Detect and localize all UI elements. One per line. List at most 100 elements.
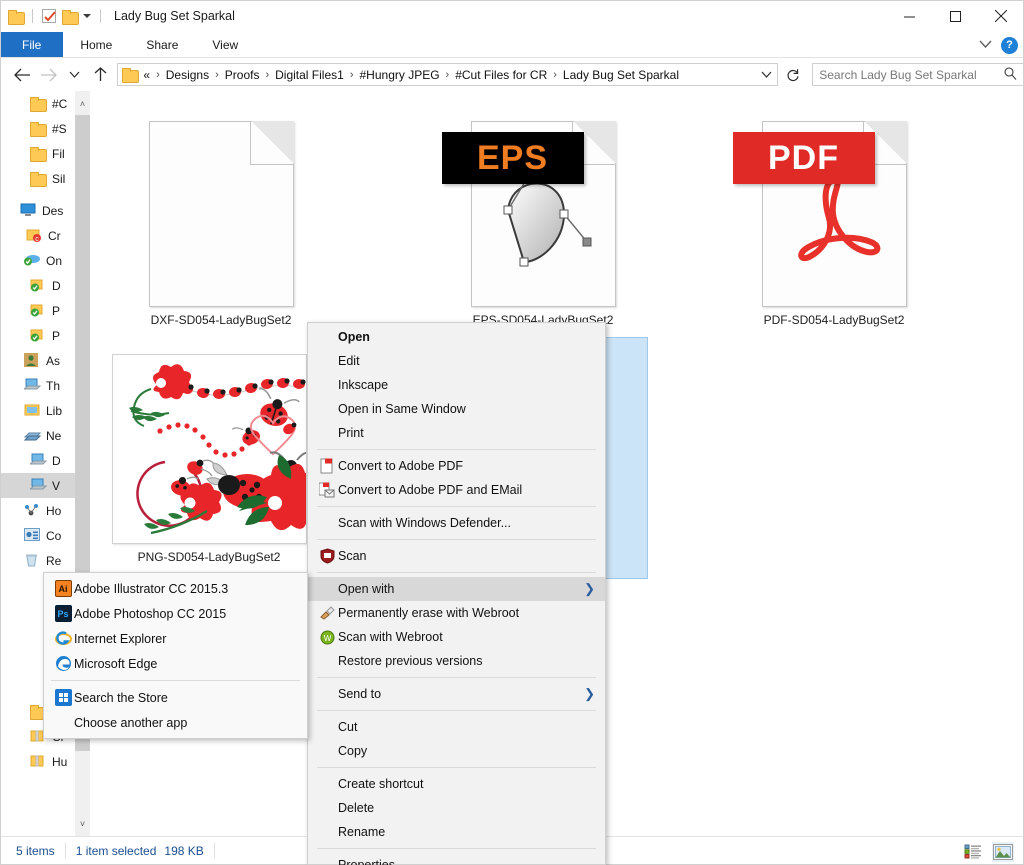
details-view-button[interactable] (962, 842, 984, 862)
menu-item-convert-to-adobe-pdf-and-email[interactable]: Convert to Adobe PDF and EMail (308, 478, 605, 502)
menu-item-scan-with-webroot[interactable]: W Scan with Webroot (308, 625, 605, 649)
back-button[interactable] (10, 62, 36, 88)
webroot-scan-icon: W (316, 628, 338, 646)
submenu-item-adobe-photoshop[interactable]: Ps Adobe Photoshop CC 2015 (44, 601, 307, 626)
document-page-icon: PDF (732, 121, 907, 307)
sidebar-item-onedrive-child-2[interactable]: P (0, 323, 75, 348)
breadcrumb[interactable]: « › Designs › Proofs › Digital Files1 › … (117, 63, 779, 86)
sidebar-item-network-d[interactable]: D (0, 448, 75, 473)
sidebar-item-control-panel[interactable]: Co (0, 523, 75, 548)
breadcrumb-item-hungry-jpeg[interactable]: #Hungry JPEG (358, 68, 442, 82)
sidebar-item-network[interactable]: Ne (0, 423, 75, 448)
submenu-item-microsoft-edge[interactable]: Microsoft Edge (44, 651, 307, 676)
sidebar-item-0[interactable]: #C (0, 91, 75, 116)
breadcrumb-item-digital-files1[interactable]: Digital Files1 (273, 68, 346, 82)
pdf-badge: PDF (732, 132, 875, 184)
file-item-eps[interactable]: EPS EPS-SD054-LadyBugSet2 (441, 101, 633, 327)
scroll-up-icon[interactable]: ˄ (75, 95, 90, 112)
help-icon[interactable]: ? (1001, 36, 1018, 54)
menu-item-open[interactable]: Open (308, 325, 605, 349)
menu-item-rename[interactable]: Rename (308, 820, 605, 844)
sidebar-item-creative-cloud[interactable]: c Cr (0, 223, 75, 248)
scroll-down-icon[interactable]: ˅ (75, 815, 90, 832)
search-input[interactable]: Search Lady Bug Set Sparkal (812, 63, 1024, 86)
menu-item-copy[interactable]: Copy (308, 739, 605, 763)
sidebar-item-this-pc[interactable]: Th (0, 373, 75, 398)
sidebar-item-label: Cr (48, 228, 61, 243)
context-menu[interactable]: Open Edit Inkscape Open in Same Window P… (307, 322, 606, 865)
menu-item-open-with[interactable]: Open with ❯ (308, 577, 605, 601)
maximize-button[interactable] (932, 0, 978, 32)
menu-item-cut[interactable]: Cut (308, 715, 605, 739)
recycle-bin-icon (24, 553, 40, 569)
menu-item-print[interactable]: Print (308, 421, 605, 445)
sidebar-item-onedrive[interactable]: On (0, 248, 75, 273)
breadcrumb-item-lady-bug-set-sparkal[interactable]: Lady Bug Set Sparkal (561, 68, 681, 82)
control-panel-icon (24, 527, 40, 544)
tab-share[interactable]: Share (129, 32, 195, 58)
submenu-item-internet-explorer[interactable]: Internet Explorer (44, 626, 307, 651)
collapse-ribbon-icon[interactable] (979, 38, 992, 52)
new-folder-icon[interactable] (62, 9, 79, 25)
menu-item-properties[interactable]: Properties (308, 853, 605, 865)
sidebar-item-homegroup[interactable]: Ho (0, 498, 75, 523)
user-icon (24, 352, 40, 369)
file-item-pdf[interactable]: PDF PDF-SD054-LadyBugSet2 (732, 101, 924, 327)
menu-separator (317, 572, 596, 573)
file-item-dxf[interactable]: DXF-SD054-LadyBugSet2 (131, 101, 311, 327)
sidebar-item-2[interactable]: Fil (0, 141, 75, 166)
breadcrumb-item-cut-files-for-cr[interactable]: #Cut Files for CR (453, 68, 549, 82)
menu-item-scan-with-windows-defender[interactable]: Scan with Windows Defender... (308, 511, 605, 535)
up-button[interactable] (88, 62, 114, 88)
menu-item-convert-to-adobe-pdf[interactable]: Convert to Adobe PDF (308, 454, 605, 478)
properties-checkbox-icon[interactable] (42, 9, 56, 23)
sidebar-item-onedrive-child-1[interactable]: P (0, 298, 75, 323)
menu-item-scan[interactable]: Scan (308, 544, 605, 568)
search-placeholder: Search Lady Bug Set Sparkal (819, 67, 977, 82)
tab-file[interactable]: File (0, 32, 64, 58)
tab-view[interactable]: View (195, 32, 255, 58)
submenu-item-search-the-store[interactable]: Search the Store (44, 685, 307, 710)
menu-separator (317, 677, 596, 678)
refresh-button[interactable] (780, 62, 806, 88)
sidebar-item-hu-zip[interactable]: Hu (0, 749, 75, 774)
menu-item-delete[interactable]: Delete (308, 796, 605, 820)
recent-locations-button[interactable] (62, 62, 88, 88)
customize-dropdown-icon[interactable] (83, 14, 91, 18)
search-icon[interactable] (1004, 66, 1017, 83)
breadcrumb-dropdown-icon[interactable] (761, 68, 772, 82)
breadcrumb-item-proofs[interactable]: Proofs (223, 68, 262, 82)
file-item-png[interactable]: PNG-SD054-LadyBugSet2 (111, 346, 324, 564)
minimize-button[interactable] (886, 0, 932, 32)
sidebar-item-libraries[interactable]: Lib (0, 398, 75, 423)
submenu-chevron-icon: ❯ (584, 686, 595, 701)
menu-item-create-shortcut[interactable]: Create shortcut (308, 772, 605, 796)
sidebar-item-desktop[interactable]: Des (0, 198, 75, 223)
close-button[interactable] (978, 0, 1024, 32)
menu-item-restore-previous-versions[interactable]: Restore previous versions (308, 649, 605, 673)
sidebar-item-3[interactable]: Sil (0, 166, 75, 191)
breadcrumb-item-designs[interactable]: Designs (164, 68, 211, 82)
menu-item-inkscape[interactable]: Inkscape (308, 373, 605, 397)
submenu-item-choose-another-app[interactable]: Choose another app (44, 710, 307, 735)
breadcrumb-overflow[interactable]: « (141, 68, 152, 82)
breadcrumb-folder-icon (122, 68, 140, 83)
menu-item-send-to[interactable]: Send to ❯ (308, 682, 605, 706)
tab-home[interactable]: Home (63, 32, 129, 58)
sidebar-item-onedrive-child-0[interactable]: D (0, 273, 75, 298)
sidebar-item-network-v-selected[interactable]: V (0, 473, 75, 498)
forward-button[interactable] (36, 62, 62, 88)
open-with-submenu[interactable]: Ai Adobe Illustrator CC 2015.3 Ps Adobe … (43, 572, 308, 739)
menu-item-open-in-same-window[interactable]: Open in Same Window (308, 397, 605, 421)
sidebar-item-user[interactable]: As (0, 348, 75, 373)
sidebar-item-label: Ne (46, 428, 62, 443)
large-icons-view-button[interactable] (992, 841, 1014, 862)
menu-item-edit[interactable]: Edit (308, 349, 605, 373)
submenu-item-adobe-illustrator[interactable]: Ai Adobe Illustrator CC 2015.3 (44, 576, 307, 601)
menu-separator (317, 539, 596, 540)
svg-text:c: c (35, 236, 39, 242)
sidebar-item-1[interactable]: #S (0, 116, 75, 141)
sidebar-item-recycle-bin[interactable]: Re (0, 548, 75, 573)
menu-item-permanently-erase-with-webroot[interactable]: Permanently erase with Webroot (308, 601, 605, 625)
ladybug-clipart-thumbnail (128, 364, 324, 535)
